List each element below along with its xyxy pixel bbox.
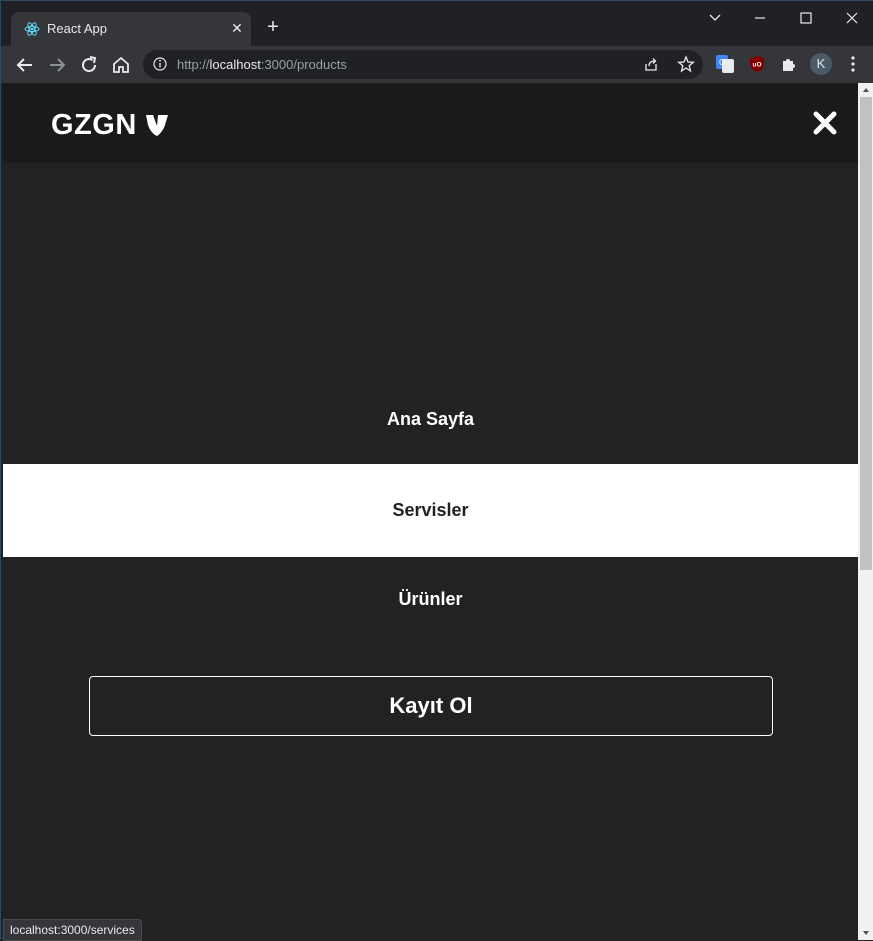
google-translate-icon[interactable]: G <box>716 55 734 73</box>
page-scrollbar[interactable] <box>858 83 873 940</box>
url-host: localhost <box>209 57 261 72</box>
nav-item-urunler[interactable]: Ürünler <box>3 557 858 641</box>
url-path: :3000/products <box>260 57 347 72</box>
browser-toolbar: http://localhost:3000/products G uO K <box>1 46 873 83</box>
scroll-up-arrow-icon[interactable] <box>858 83 873 97</box>
site-logo[interactable]: GZGN <box>51 107 170 143</box>
profile-avatar[interactable]: K <box>810 53 832 75</box>
signup-button[interactable]: Kayıt Ol <box>89 676 773 736</box>
logo-text: GZGN <box>51 108 137 141</box>
scrollbar-thumb[interactable] <box>860 97 872 570</box>
site-header: GZGN <box>3 83 858 163</box>
reload-icon[interactable] <box>77 53 101 77</box>
page-viewport: GZGN Ana Sayfa Servisler Ürünler Kayıt O… <box>3 83 858 940</box>
maximize-icon[interactable] <box>792 7 820 29</box>
logo-shield-icon <box>145 115 168 136</box>
scroll-down-arrow-icon[interactable] <box>858 926 873 940</box>
home-icon[interactable] <box>109 53 133 77</box>
close-menu-icon[interactable] <box>811 109 839 137</box>
tab-strip: React App ✕ + <box>1 1 873 46</box>
share-icon[interactable] <box>643 56 659 72</box>
minimize-icon[interactable] <box>746 7 774 29</box>
ublock-origin-icon[interactable]: uO <box>748 55 766 73</box>
browser-tab[interactable]: React App ✕ <box>11 12 251 46</box>
nav-item-servisler[interactable]: Servisler <box>3 464 858 557</box>
browser-window: React App ✕ + http://localhost:3000/prod… <box>0 0 873 941</box>
svg-text:uO: uO <box>753 62 762 69</box>
link-status-bar: localhost:3000/services <box>3 919 142 941</box>
svg-text:G: G <box>719 58 725 67</box>
tab-close-icon[interactable]: ✕ <box>229 20 245 36</box>
url-prefix: http:// <box>177 57 210 72</box>
back-arrow-icon[interactable] <box>13 53 37 77</box>
site-info-icon[interactable] <box>153 57 167 71</box>
bookmark-star-icon[interactable] <box>677 55 695 73</box>
browser-menu-icon[interactable] <box>846 54 860 74</box>
forward-arrow-icon[interactable] <box>45 53 69 77</box>
new-tab-button[interactable]: + <box>263 17 283 37</box>
url-text[interactable]: http://localhost:3000/products <box>177 57 347 72</box>
nav-item-ana-sayfa[interactable]: Ana Sayfa <box>3 374 858 464</box>
react-favicon-icon <box>24 22 40 36</box>
tab-search-icon[interactable] <box>701 7 729 29</box>
window-close-icon[interactable] <box>838 7 866 29</box>
tab-title: React App <box>47 21 107 36</box>
extensions-puzzle-icon[interactable] <box>780 55 798 73</box>
address-bar[interactable]: http://localhost:3000/products <box>143 50 703 79</box>
